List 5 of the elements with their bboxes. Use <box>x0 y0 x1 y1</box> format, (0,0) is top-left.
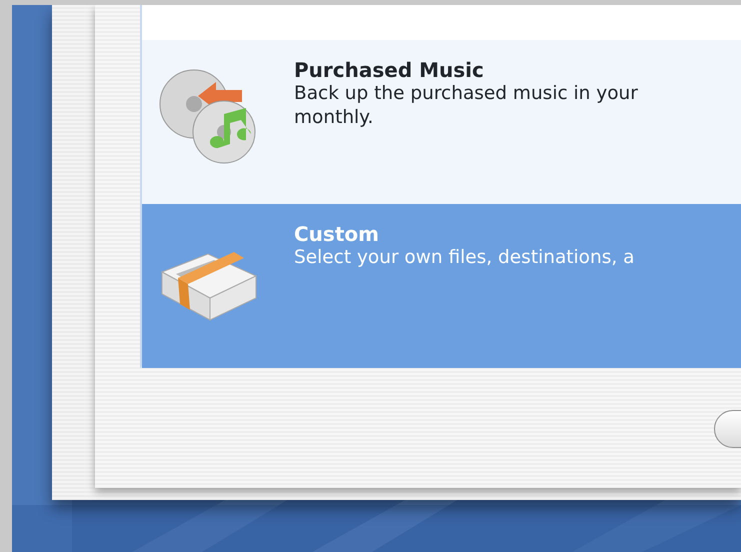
plan-description: Back up the purchased music in your monthly. <box>294 82 638 130</box>
plan-item[interactable]: Purchased Music Back up the purchased music in your monthly. <box>142 40 741 204</box>
plan-description: Select your own files, destinations, a <box>294 246 634 270</box>
plan-title: Purchased Music <box>294 58 485 82</box>
plan-title: Custom <box>294 222 380 246</box>
